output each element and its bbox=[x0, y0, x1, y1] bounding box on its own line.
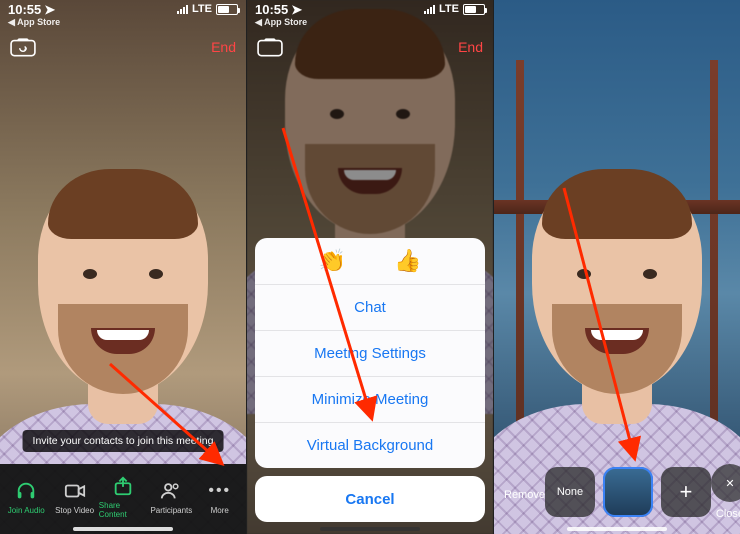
battery-icon bbox=[463, 4, 485, 15]
virtual-background-bar: Remove None + ✕ Close bbox=[494, 456, 740, 534]
phone-screen-2: 10:55➤ ◀︎ App Store LTE End 👏 👍 bbox=[246, 0, 493, 534]
battery-icon bbox=[216, 4, 238, 15]
back-to-app[interactable]: ◀︎ App Store bbox=[255, 18, 307, 27]
more-icon: ••• bbox=[208, 480, 231, 502]
meeting-top-nav: End bbox=[247, 30, 493, 64]
minimize-meeting-menu-item[interactable]: Minimize Meeting bbox=[255, 376, 485, 422]
switch-camera-icon[interactable] bbox=[10, 37, 36, 57]
more-button[interactable]: ••• More bbox=[196, 480, 244, 515]
status-bar: 10:55➤ ◀︎ App Store LTE bbox=[247, 0, 493, 30]
phone-screen-1: 10:55➤ ◀︎ App Store LTE End Invite your … bbox=[0, 0, 246, 534]
reaction-clap[interactable]: 👏 bbox=[319, 248, 346, 274]
signal-icon bbox=[177, 5, 188, 14]
plus-icon: + bbox=[680, 479, 693, 505]
signal-icon bbox=[424, 5, 435, 14]
background-bridge-thumb[interactable] bbox=[603, 467, 653, 517]
invite-hint-pill[interactable]: Invite your contacts to join this meetin… bbox=[23, 430, 224, 452]
home-indicator[interactable] bbox=[320, 527, 420, 531]
carrier-label: LTE bbox=[439, 3, 459, 15]
participants-button[interactable]: Participants bbox=[147, 480, 195, 515]
tutorial-triptych: 10:55➤ ◀︎ App Store LTE End Invite your … bbox=[0, 0, 740, 534]
more-action-sheet: 👏 👍 Chat Meeting Settings Minimize Meeti… bbox=[255, 238, 485, 522]
back-to-app[interactable]: ◀︎ App Store bbox=[8, 18, 60, 27]
status-time: 10:55➤ bbox=[255, 3, 307, 16]
home-indicator[interactable] bbox=[73, 527, 173, 531]
close-icon: ✕ bbox=[711, 464, 740, 502]
background-none-thumb[interactable]: None bbox=[545, 467, 595, 517]
action-sheet-block: 👏 👍 Chat Meeting Settings Minimize Meeti… bbox=[255, 238, 485, 468]
share-icon bbox=[112, 475, 134, 497]
location-icon: ➤ bbox=[44, 3, 55, 16]
home-indicator[interactable] bbox=[567, 527, 667, 531]
share-content-button[interactable]: Share Content bbox=[99, 475, 147, 519]
chat-menu-item[interactable]: Chat bbox=[255, 284, 485, 330]
close-button[interactable]: ✕ Close bbox=[711, 464, 740, 520]
reaction-thumbs-up[interactable]: 👍 bbox=[394, 248, 421, 274]
stop-video-button[interactable]: Stop Video bbox=[50, 480, 98, 515]
join-audio-button[interactable]: Join Audio bbox=[2, 480, 50, 515]
video-icon bbox=[64, 480, 86, 502]
phone-screen-3: Remove None + ✕ Close bbox=[493, 0, 740, 534]
cancel-button[interactable]: Cancel bbox=[255, 476, 485, 522]
background-thumbnails: None + bbox=[545, 467, 711, 517]
reactions-row: 👏 👍 bbox=[255, 238, 485, 284]
status-time: 10:55➤ bbox=[8, 3, 60, 16]
carrier-label: LTE bbox=[192, 3, 212, 15]
add-background-thumb[interactable]: + bbox=[661, 467, 711, 517]
end-button[interactable]: End bbox=[458, 39, 483, 55]
meeting-settings-menu-item[interactable]: Meeting Settings bbox=[255, 330, 485, 376]
meeting-toolbar: Join Audio Stop Video Share Content Part… bbox=[0, 464, 246, 534]
end-button[interactable]: End bbox=[211, 39, 236, 55]
headphones-icon bbox=[15, 480, 37, 502]
participants-icon bbox=[160, 480, 182, 502]
switch-camera-icon[interactable] bbox=[257, 37, 283, 57]
virtual-background-menu-item[interactable]: Virtual Background bbox=[255, 422, 485, 468]
meeting-top-nav: End bbox=[0, 30, 246, 64]
remove-background-button[interactable]: Remove bbox=[504, 483, 545, 501]
location-icon: ➤ bbox=[291, 3, 302, 16]
status-bar: 10:55➤ ◀︎ App Store LTE bbox=[0, 0, 246, 30]
